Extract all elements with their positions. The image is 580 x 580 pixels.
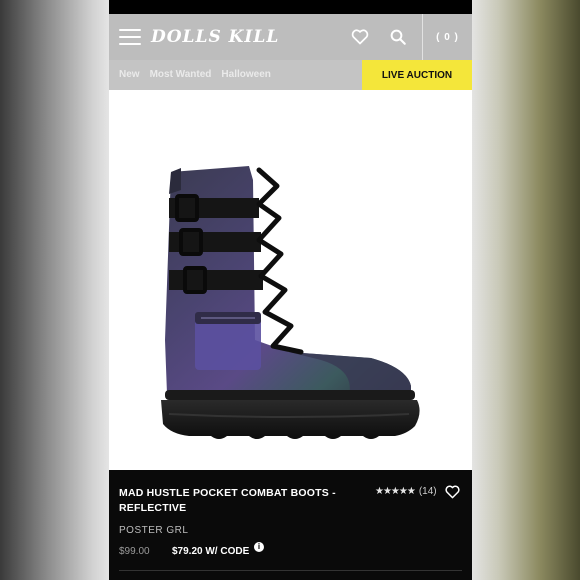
phone-screen: DOLLS KILL ( 0 ) New Most Wanted Hallowe… bbox=[109, 0, 472, 580]
divider bbox=[119, 570, 462, 571]
nav-link-halloween[interactable]: Halloween bbox=[221, 69, 270, 80]
star-rating-icon: ★★★★★ bbox=[375, 486, 416, 497]
boot-illustration bbox=[161, 166, 420, 439]
nav-bar: New Most Wanted Halloween LIVE AUCTION bbox=[109, 60, 472, 90]
cart-button[interactable]: ( 0 ) bbox=[423, 14, 472, 60]
product-title: MAD HUSTLE POCKET COMBAT BOOTS - REFLECT… bbox=[119, 487, 336, 514]
heart-icon[interactable] bbox=[351, 29, 369, 45]
nav-link-new[interactable]: New bbox=[119, 69, 140, 80]
sale-price: $79.20 W/ CODE bbox=[172, 546, 250, 557]
logo[interactable]: DOLLS KILL bbox=[151, 27, 279, 47]
product-info: MAD HUSTLE POCKET COMBAT BOOTS - REFLECT… bbox=[109, 470, 472, 580]
nav-link-most-wanted[interactable]: Most Wanted bbox=[150, 69, 212, 80]
search-icon[interactable] bbox=[389, 28, 407, 46]
status-bar bbox=[109, 0, 472, 14]
original-price: $99.00 bbox=[119, 546, 150, 557]
review-count: (14) bbox=[418, 486, 437, 497]
header: DOLLS KILL ( 0 ) bbox=[109, 14, 472, 60]
menu-icon[interactable] bbox=[119, 29, 141, 45]
nav-links: New Most Wanted Halloween bbox=[119, 69, 271, 80]
info-icon[interactable]: i bbox=[254, 542, 264, 552]
live-auction-button[interactable]: LIVE AUCTION bbox=[362, 60, 472, 90]
product-image[interactable] bbox=[109, 90, 472, 552]
wishlist-heart-icon[interactable] bbox=[445, 485, 460, 499]
brand-name[interactable]: POSTER GRL bbox=[119, 525, 188, 536]
product-rating[interactable]: ★★★★★ (14) bbox=[375, 486, 437, 497]
